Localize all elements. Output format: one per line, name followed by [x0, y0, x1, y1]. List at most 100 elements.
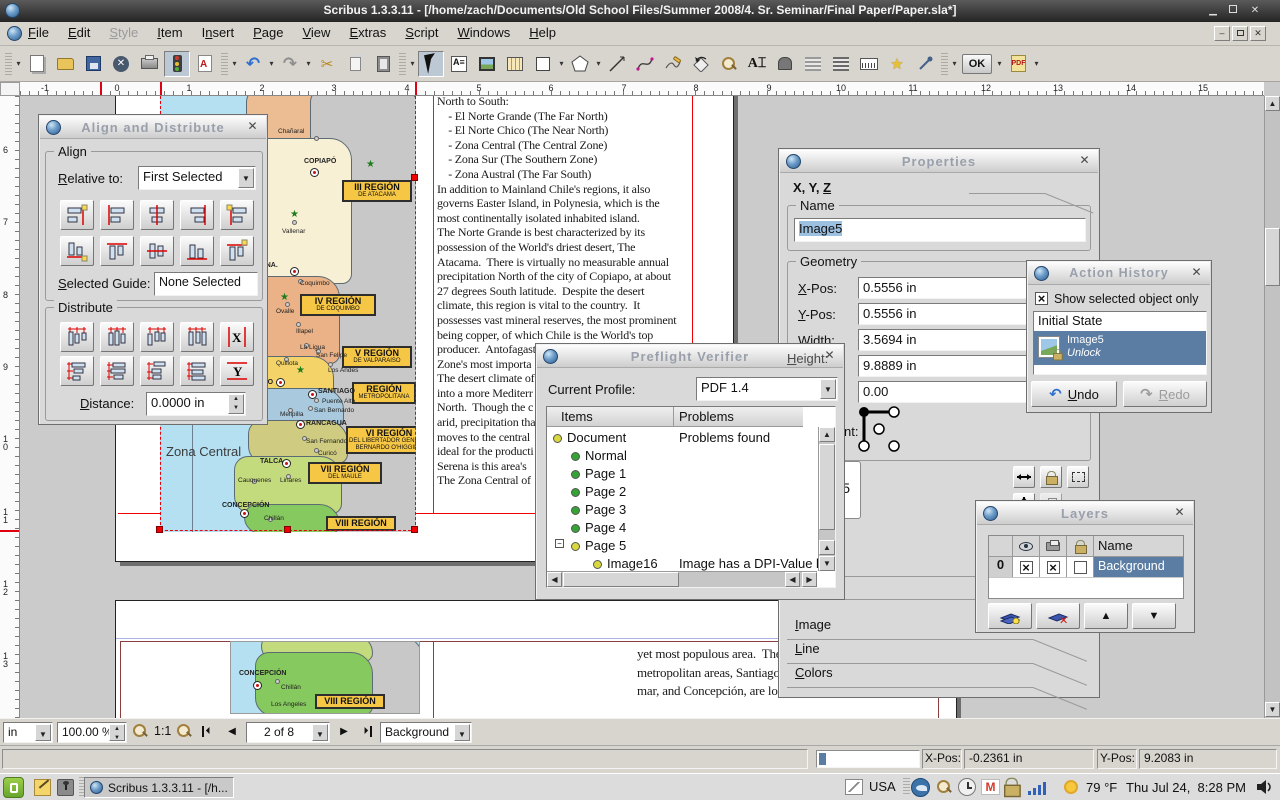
tray-search-icon[interactable]: [936, 779, 952, 795]
distribute-distance-v-button[interactable]: Y: [220, 356, 254, 386]
rotate-item-tool[interactable]: [688, 51, 714, 77]
tray-network-icon[interactable]: [1028, 781, 1050, 795]
window-titlebar[interactable]: Scribus 1.3.3.11 - [/home/zach/Documents…: [0, 0, 1280, 22]
distribute-gaps-h-button[interactable]: [180, 322, 214, 352]
close-icon[interactable]: ✕: [1172, 505, 1187, 520]
raise-layer-button[interactable]: ▲: [1084, 603, 1128, 629]
next-page-button[interactable]: ▶: [334, 722, 354, 741]
link-text-frames-button[interactable]: [800, 51, 826, 77]
close-button[interactable]: ✕: [1246, 3, 1264, 19]
scroll-down-icon[interactable]: ▼: [819, 556, 835, 571]
minimize-button[interactable]: ▁: [1204, 3, 1222, 19]
undo-dropdown-arrow[interactable]: ▾: [267, 59, 276, 68]
ok-dropdown-arrow[interactable]: ▾: [995, 59, 1004, 68]
preflight-table[interactable]: Items Problems DocumentProblems foundNor…: [546, 406, 836, 588]
tray-thunderbird-icon[interactable]: [911, 778, 930, 797]
scroll-up-icon[interactable]: ▲: [1265, 96, 1280, 111]
save-button[interactable]: [80, 51, 106, 77]
last-page-button[interactable]: ⏵: [356, 722, 376, 741]
edit-contents-tool[interactable]: A⌶: [744, 51, 770, 77]
show-selected-checkbox[interactable]: ×: [1035, 292, 1048, 305]
tray-gmail-icon[interactable]: M: [981, 779, 1000, 795]
tree-row[interactable]: Page 3: [549, 501, 817, 519]
shape-dropdown-arrow[interactable]: ▾: [557, 59, 566, 68]
open-document-button[interactable]: [52, 51, 78, 77]
distribute-gaps-v-button[interactable]: [180, 356, 214, 386]
undo-button[interactable]: ↶Undo: [1031, 381, 1117, 407]
close-document-button[interactable]: ✕: [108, 51, 134, 77]
align-titlebar[interactable]: Align and Distribute: [40, 116, 266, 139]
zoom-level-input[interactable]: 100.00 %▲▼: [57, 722, 127, 743]
tree-row[interactable]: Page 2: [549, 483, 817, 501]
story-editor-button[interactable]: [772, 51, 798, 77]
spinner-arrows[interactable]: ▲▼: [109, 724, 125, 741]
mdi-minimize-button[interactable]: –: [1214, 26, 1230, 41]
insert-polygon-tool[interactable]: [567, 51, 593, 77]
close-icon[interactable]: ✕: [1077, 153, 1092, 168]
mdi-close-button[interactable]: ✕: [1250, 26, 1266, 41]
action-history-titlebar[interactable]: Action History: [1028, 262, 1210, 285]
align-left-out-button[interactable]: [60, 200, 94, 230]
scroll-left-icon[interactable]: ◀: [547, 572, 562, 587]
properties-titlebar[interactable]: Properties: [780, 150, 1098, 173]
ok-button[interactable]: OK: [960, 51, 994, 77]
selection-handle[interactable]: [411, 174, 418, 181]
history-item-selected[interactable]: Image5 Unlock: [1034, 331, 1206, 365]
launcher-joystick-icon[interactable]: [57, 779, 74, 796]
redo-dropdown-arrow[interactable]: ▾: [304, 59, 313, 68]
eyedropper-tool[interactable]: [912, 51, 938, 77]
preflight-verifier-button[interactable]: [164, 51, 190, 77]
align-right-button[interactable]: [180, 200, 214, 230]
scroll-down-icon[interactable]: ▼: [1265, 702, 1280, 717]
maximize-button[interactable]: [1224, 3, 1242, 19]
tab-colors[interactable]: Colors: [795, 665, 833, 680]
zoom-out-icon[interactable]: [132, 723, 148, 739]
taskbar-window-button[interactable]: Scribus 1.3.3.11 - [/h...: [84, 777, 234, 798]
distribute-right-sides-button[interactable]: [140, 322, 174, 352]
menu-item[interactable]: Page: [253, 25, 283, 40]
align-right-out-button[interactable]: [220, 200, 254, 230]
taskbar-clock[interactable]: Thu Jul 24, 8:28 PM: [1126, 780, 1246, 795]
align-bottom-button[interactable]: [180, 236, 214, 266]
insert-shape-tool[interactable]: [530, 51, 556, 77]
scroll-right-icon[interactable]: ▶: [802, 572, 817, 587]
toolbar-handle[interactable]: [399, 53, 406, 75]
distribute-centers-v-button[interactable]: [100, 356, 134, 386]
distance-input[interactable]: 0.0000 in▲▼: [146, 392, 246, 416]
menu-item[interactable]: Windows: [458, 25, 511, 40]
table-header[interactable]: Items Problems: [547, 407, 803, 427]
tree-collapse-icon[interactable]: −: [555, 539, 564, 548]
layers-titlebar[interactable]: Layers: [977, 502, 1193, 525]
selection-handle[interactable]: [284, 526, 291, 533]
paste-button[interactable]: [370, 51, 396, 77]
toolbar-handle[interactable]: [5, 53, 12, 75]
weather-sun-icon[interactable]: [1064, 780, 1078, 794]
weather-temperature[interactable]: 79 °F: [1086, 780, 1117, 795]
distribute-left-sides-button[interactable]: [60, 322, 94, 352]
close-icon[interactable]: ✕: [1189, 265, 1204, 280]
spinner-arrows[interactable]: ▲▼: [228, 394, 244, 414]
scrollbar-thumb[interactable]: [1265, 228, 1280, 286]
tree-row[interactable]: Page 1: [549, 465, 817, 483]
polygon-dropdown-arrow[interactable]: ▾: [594, 59, 603, 68]
align-bottom-out-button[interactable]: [60, 236, 94, 266]
redo-button[interactable]: ↷: [277, 51, 303, 77]
horizontal-ruler[interactable]: -10123456789101112131415: [20, 82, 1264, 96]
items-column-header[interactable]: Items: [561, 409, 593, 424]
lock-button[interactable]: [1040, 466, 1062, 488]
lock-size-button[interactable]: [1067, 466, 1089, 488]
table-horizontal-scrollbar[interactable]: ◀ ◀ ▶: [547, 571, 817, 587]
pdf-tools-button[interactable]: PDF: [1005, 51, 1031, 77]
profile-select[interactable]: PDF 1.4▼: [696, 377, 838, 401]
lower-layer-button[interactable]: ▼: [1132, 603, 1176, 629]
menu-item[interactable]: View: [302, 25, 330, 40]
align-left-button[interactable]: [100, 200, 134, 230]
zoom-in-icon[interactable]: [176, 723, 192, 739]
toolbar-handle[interactable]: [941, 53, 948, 75]
layer-select[interactable]: Background▼: [380, 722, 472, 743]
mdi-restore-button[interactable]: [1232, 26, 1248, 41]
copy-properties-tool[interactable]: ★: [884, 51, 910, 77]
tree-row[interactable]: Normal: [549, 447, 817, 465]
tree-row[interactable]: Page 5: [549, 537, 817, 555]
unlink-text-frames-button[interactable]: [828, 51, 854, 77]
